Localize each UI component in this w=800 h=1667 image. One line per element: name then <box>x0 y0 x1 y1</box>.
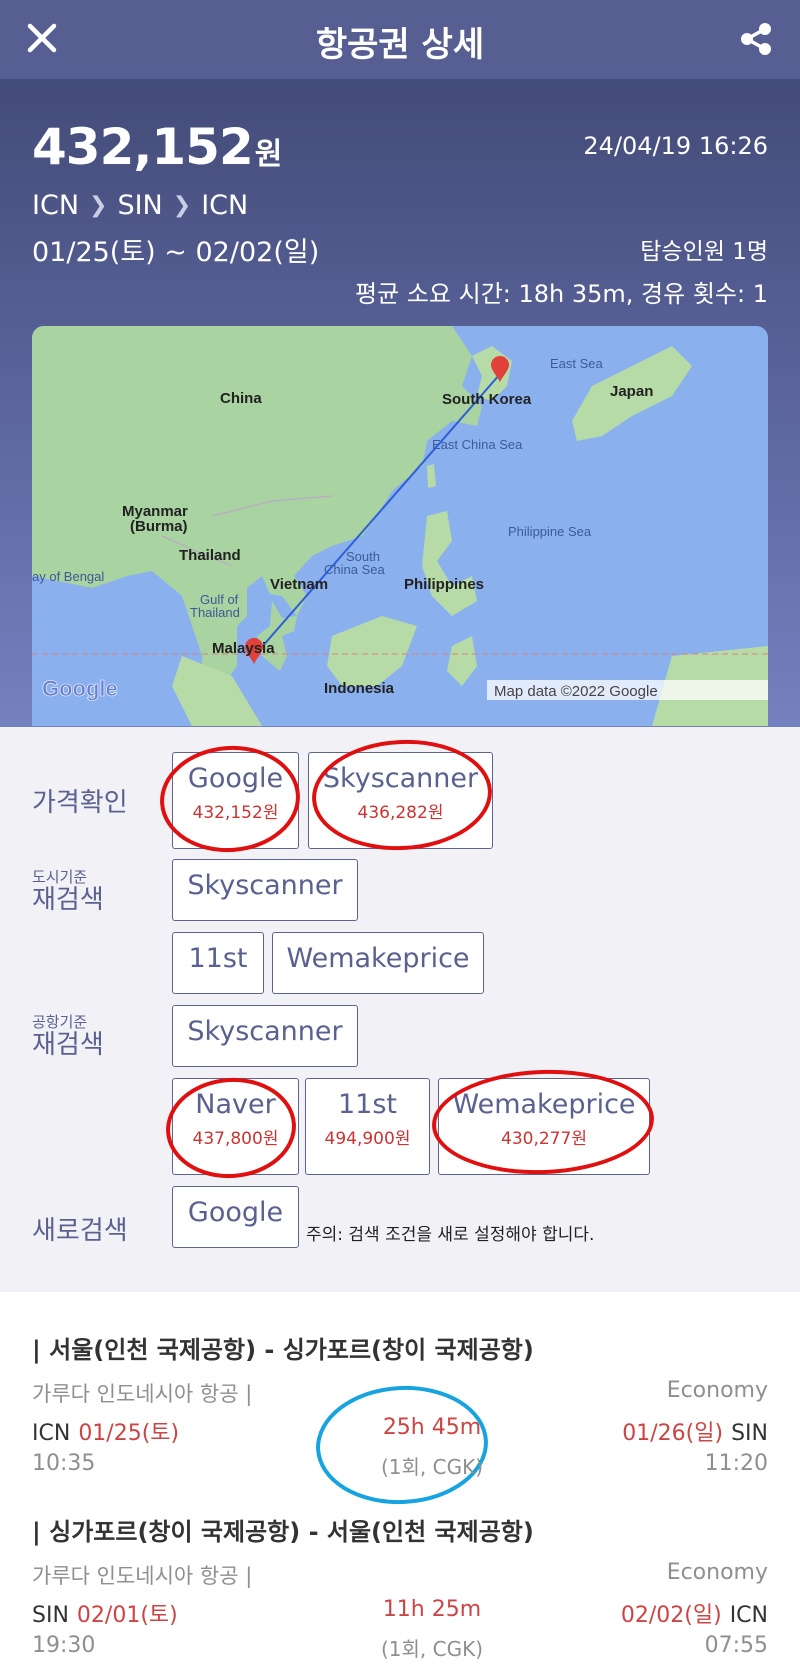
airport-research-label: 공항기준 재검색 <box>32 1013 104 1059</box>
map-label-burma: (Burma) <box>130 518 188 535</box>
airport-wemakeprice-button[interactable]: Wemakeprice 430,277원 <box>438 1078 650 1175</box>
map-label-bay-of-bengal: ay of Bengal <box>32 569 104 584</box>
airport-naver-button[interactable]: Naver 437,800원 <box>172 1078 299 1175</box>
flight-duration: 25h 45m <box>382 1415 482 1440</box>
departure-date: 01/25(토) <box>78 1421 180 1446</box>
button-price: 430,277원 <box>501 1129 587 1149</box>
departure-time: 10:35 <box>32 1451 96 1476</box>
button-label: 11st <box>337 1089 397 1120</box>
stopover-info: (1회, CGK) <box>380 1637 484 1661</box>
chevron-right-icon: ❯ <box>89 193 108 218</box>
flight-duration: 11h 25m <box>382 1597 482 1622</box>
map-label-thailand: Thailand <box>179 547 241 564</box>
button-price: 436,282원 <box>357 803 444 823</box>
city-research-label: 도시기준 재검색 <box>32 868 104 914</box>
departure-code: SIN <box>32 1603 69 1628</box>
route-via: SIN <box>117 190 163 221</box>
map-label-gulf-thailand: Thailand <box>190 605 240 620</box>
map-label-china-sea: China Sea <box>324 562 385 577</box>
new-search-note: 주의: 검색 조건을 새로 설정해야 합니다. <box>306 1225 595 1245</box>
price-unit: 원 <box>254 137 283 172</box>
airport-research-main-label: 재검색 <box>32 1030 104 1060</box>
arrival-code: SIN <box>731 1421 768 1446</box>
city-research-small-label: 도시기준 <box>32 868 88 886</box>
itinerary-airline: 가루다 인도네시아 항공 | <box>32 1382 253 1406</box>
new-search-google-button[interactable]: Google <box>172 1186 299 1248</box>
app-bar: 항공권 상세 <box>0 0 800 79</box>
arrival-time: 11:20 <box>704 1451 768 1476</box>
button-price: 494,900원 <box>324 1129 411 1149</box>
city-research-main-label: 재검색 <box>32 885 104 915</box>
itinerary-class: Economy <box>666 1560 768 1585</box>
route-map[interactable]: China South Korea Japan Myanmar (Burma) … <box>32 326 768 726</box>
city-11st-button[interactable]: 11st <box>172 932 264 994</box>
map-label-philippine-sea: Philippine Sea <box>508 524 592 539</box>
arrival-time: 07:55 <box>704 1633 768 1658</box>
passenger-count: 탑승인원 1명 <box>640 239 768 265</box>
map-label-indonesia: Indonesia <box>324 680 395 697</box>
price-check-google-button[interactable]: Google 432,152원 <box>172 752 299 849</box>
google-logo: Google <box>42 676 118 701</box>
arrival-info: 02/02(일) ICN <box>621 1597 768 1629</box>
departure-info: ICN 01/25(토) <box>32 1415 179 1447</box>
departure-info: SIN 02/01(토) <box>32 1597 178 1629</box>
departure-date: 02/01(토) <box>76 1603 178 1628</box>
stopover-info: (1회, CGK) <box>380 1455 484 1479</box>
itinerary-airline: 가루다 인도네시아 항공 | <box>32 1564 253 1588</box>
route-origin: ICN <box>32 190 80 221</box>
average-duration: 평균 소요 시간: 18h 35m, 경유 횟수: 1 <box>355 280 768 308</box>
itinerary-route-title: | 서울(인천 국제공항) - 싱가포르(창이 국제공항) <box>32 1336 534 1364</box>
departure-time: 19:30 <box>32 1633 96 1658</box>
search-timestamp: 24/04/19 16:26 <box>583 132 768 160</box>
itinerary-return[interactable]: | 싱가포르(창이 국제공항) - 서울(인천 국제공항) 가루다 인도네시아 … <box>32 1512 768 1667</box>
travel-dates: 01/25(토) ~ 02/02(일) <box>32 237 320 268</box>
button-label: Wemakeprice <box>452 1089 636 1120</box>
button-price: 437,800원 <box>192 1129 279 1149</box>
city-skyscanner-button[interactable]: Skyscanner <box>172 859 358 921</box>
button-price: 432,152원 <box>192 803 279 823</box>
arrival-code: ICN <box>729 1603 768 1628</box>
route: ICN ❯ SIN ❯ ICN <box>32 190 248 221</box>
total-price: 432,152원 <box>32 118 283 176</box>
itinerary-outbound[interactable]: | 서울(인천 국제공항) - 싱가포르(창이 국제공항) 가루다 인도네시아 … <box>32 1330 768 1495</box>
airport-11st-button[interactable]: 11st 494,900원 <box>305 1078 430 1175</box>
share-icon[interactable] <box>738 20 774 58</box>
itinerary-class: Economy <box>666 1378 768 1403</box>
map-label-vietnam: Vietnam <box>270 576 328 593</box>
price-check-label: 가격확인 <box>32 788 128 818</box>
chevron-right-icon: ❯ <box>172 193 192 218</box>
map-label-japan: Japan <box>610 383 653 400</box>
departure-code: ICN <box>32 1421 71 1446</box>
button-label: Skyscanner <box>322 763 479 794</box>
map-label-east-sea: East Sea <box>550 356 604 371</box>
map-credit: Map data ©2022 Google <box>494 683 658 700</box>
city-wemakeprice-button[interactable]: Wemakeprice <box>272 932 484 994</box>
airport-research-small-label: 공항기준 <box>32 1013 88 1031</box>
button-label: Naver <box>195 1089 276 1120</box>
map-label-malaysia: Malaysia <box>212 640 275 657</box>
map-label-south-korea: South Korea <box>442 391 532 408</box>
price-check-skyscanner-button[interactable]: Skyscanner 436,282원 <box>308 752 493 849</box>
new-search-label: 새로검색 <box>32 1216 128 1246</box>
airport-skyscanner-button[interactable]: Skyscanner <box>172 1005 358 1067</box>
button-label: Google <box>187 763 284 794</box>
arrival-date: 01/26(일) <box>622 1421 724 1446</box>
itinerary-route-title: | 싱가포르(창이 국제공항) - 서울(인천 국제공항) <box>32 1518 534 1546</box>
map-label-philippines: Philippines <box>404 576 484 593</box>
map-label-east-china-sea: East China Sea <box>432 437 523 452</box>
arrival-info: 01/26(일) SIN <box>622 1415 768 1447</box>
arrival-date: 02/02(일) <box>620 1603 722 1628</box>
page-title: 항공권 상세 <box>315 25 485 65</box>
price-value: 432,152 <box>32 118 254 176</box>
route-destination: ICN <box>201 190 249 221</box>
map-label-china: China <box>220 390 262 407</box>
